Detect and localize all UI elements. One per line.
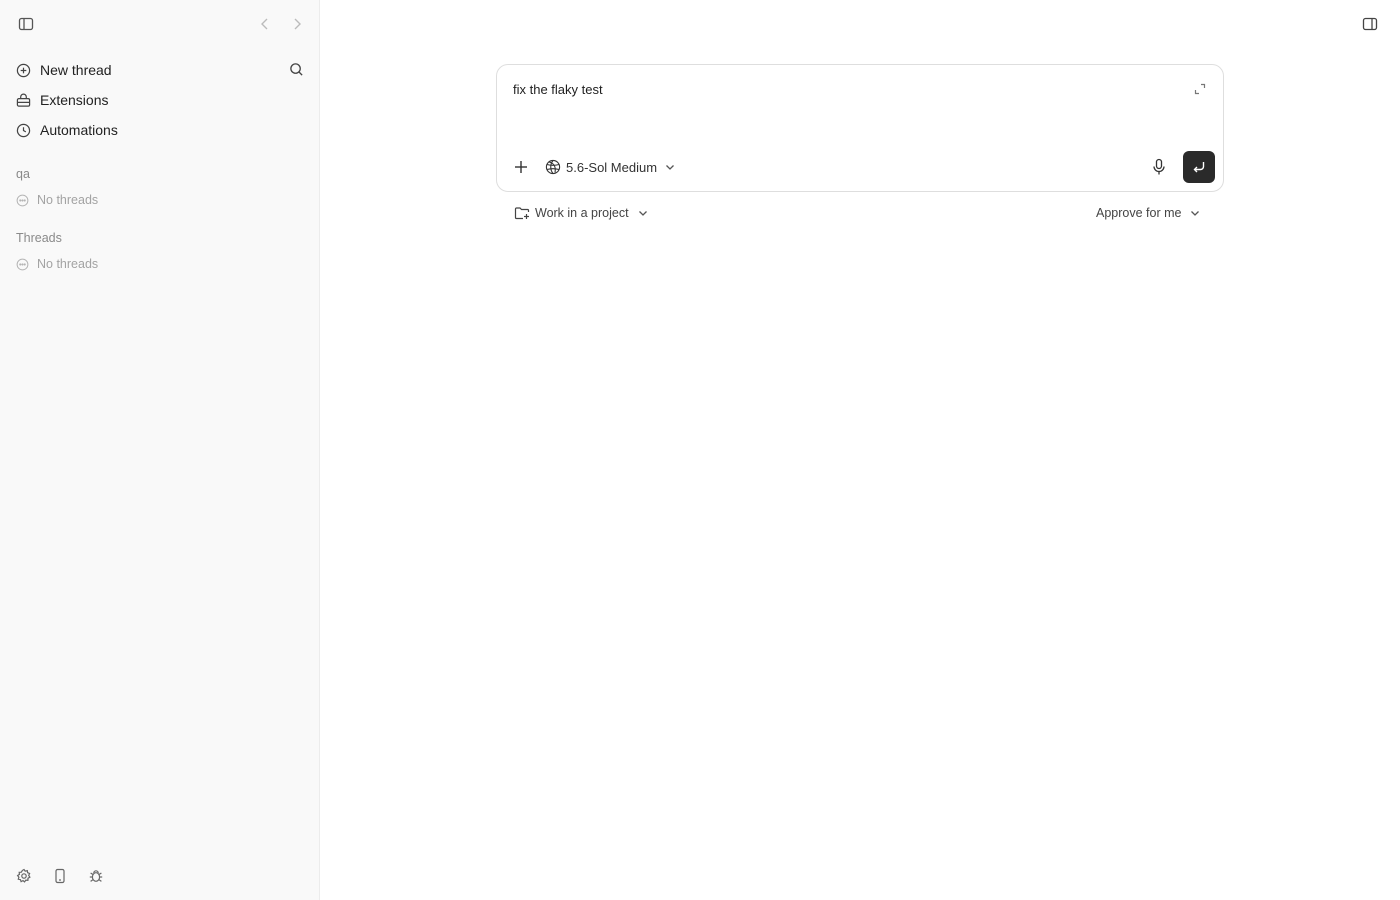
search-icon[interactable] (289, 62, 304, 77)
send-button[interactable] (1183, 151, 1215, 183)
threads-section-title: Threads (16, 231, 62, 245)
model-logo-icon (545, 159, 561, 175)
nav-label: New thread (40, 62, 112, 78)
model-label: 5.6-Sol Medium (566, 159, 658, 175)
project-selector[interactable]: Work in a project (514, 204, 648, 222)
project-empty-state: No threads (16, 193, 98, 207)
chevron-down-icon (1190, 208, 1200, 218)
composer: fix the flaky test 5.6-Sol Medium (496, 64, 1224, 192)
nav-new-thread[interactable]: New thread (16, 60, 112, 80)
back-arrow-icon[interactable] (259, 17, 271, 31)
expand-icon[interactable] (1194, 83, 1206, 95)
nav-extensions[interactable]: Extensions (16, 90, 108, 110)
toggle-panel-icon[interactable] (1362, 16, 1378, 32)
nav-automations[interactable]: Automations (16, 120, 118, 140)
forward-arrow-icon[interactable] (291, 17, 303, 31)
approval-selector-label: Approve for me (1096, 206, 1182, 220)
chevron-down-icon (665, 162, 675, 172)
settings-icon[interactable] (16, 868, 32, 884)
prompt-input[interactable]: fix the flaky test (513, 81, 1173, 129)
clock-icon (16, 123, 31, 138)
chat-bubble-icon (16, 258, 29, 271)
sidebar: New thread Extensions Automations qa No … (0, 0, 320, 900)
mobile-icon[interactable] (52, 868, 68, 884)
chevron-down-icon (638, 208, 648, 218)
microphone-icon[interactable] (1151, 158, 1167, 176)
nav-label: Extensions (40, 92, 109, 108)
toggle-sidebar-icon[interactable] (18, 16, 34, 32)
threads-empty-state: No threads (16, 257, 98, 271)
folder-plus-icon (514, 205, 530, 221)
project-selector-label: Work in a project (535, 206, 629, 220)
extensions-icon (16, 93, 31, 108)
plus-circle-icon (16, 63, 31, 78)
bug-icon[interactable] (88, 868, 104, 884)
empty-label: No threads (37, 257, 99, 271)
send-arrow-icon (1192, 160, 1206, 174)
chat-bubble-icon (16, 194, 29, 207)
nav-label: Automations (40, 122, 118, 138)
empty-label: No threads (37, 193, 99, 207)
approval-selector[interactable]: Approve for me (1096, 204, 1200, 222)
project-section-title: qa (16, 167, 30, 181)
add-attachment-icon[interactable] (513, 159, 529, 175)
model-selector[interactable]: 5.6-Sol Medium (545, 158, 675, 176)
